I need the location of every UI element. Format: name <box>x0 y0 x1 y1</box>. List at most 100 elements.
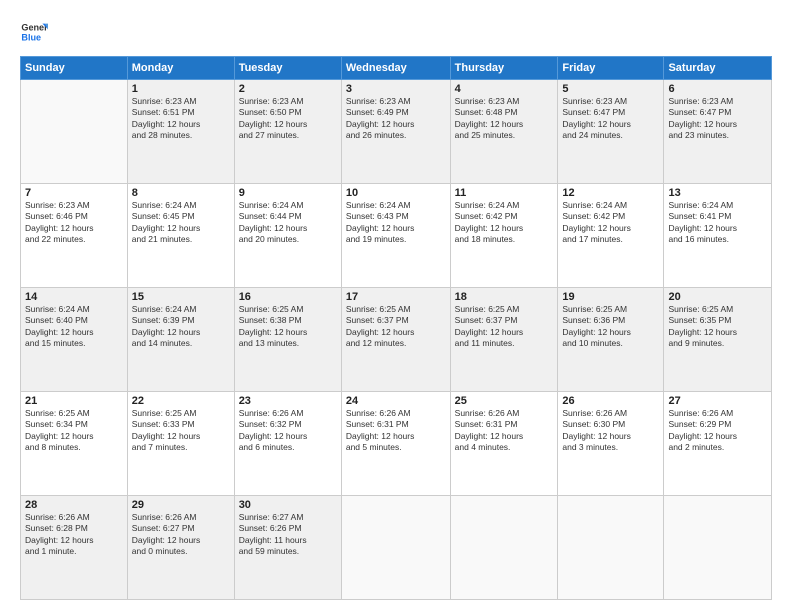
day-number: 1 <box>132 83 230 95</box>
calendar-cell: 7Sunrise: 6:23 AMSunset: 6:46 PMDaylight… <box>21 184 128 288</box>
calendar-cell: 3Sunrise: 6:23 AMSunset: 6:49 PMDaylight… <box>341 80 450 184</box>
page-header: General Blue <box>20 18 772 46</box>
day-number: 10 <box>346 187 446 199</box>
day-info: Sunrise: 6:24 AMSunset: 6:39 PMDaylight:… <box>132 304 230 350</box>
week-row-1: 1Sunrise: 6:23 AMSunset: 6:51 PMDaylight… <box>21 80 772 184</box>
col-header-saturday: Saturday <box>664 57 772 80</box>
day-info: Sunrise: 6:25 AMSunset: 6:38 PMDaylight:… <box>239 304 337 350</box>
day-info: Sunrise: 6:25 AMSunset: 6:34 PMDaylight:… <box>25 408 123 454</box>
calendar-cell: 24Sunrise: 6:26 AMSunset: 6:31 PMDayligh… <box>341 392 450 496</box>
col-header-monday: Monday <box>127 57 234 80</box>
day-info: Sunrise: 6:23 AMSunset: 6:46 PMDaylight:… <box>25 200 123 246</box>
day-number: 12 <box>562 187 659 199</box>
day-number: 11 <box>455 187 554 199</box>
day-number: 14 <box>25 291 123 303</box>
day-info: Sunrise: 6:26 AMSunset: 6:31 PMDaylight:… <box>346 408 446 454</box>
calendar-cell <box>450 496 558 600</box>
day-info: Sunrise: 6:26 AMSunset: 6:28 PMDaylight:… <box>25 512 123 558</box>
calendar-cell: 16Sunrise: 6:25 AMSunset: 6:38 PMDayligh… <box>234 288 341 392</box>
calendar-cell: 8Sunrise: 6:24 AMSunset: 6:45 PMDaylight… <box>127 184 234 288</box>
calendar-cell: 29Sunrise: 6:26 AMSunset: 6:27 PMDayligh… <box>127 496 234 600</box>
day-number: 25 <box>455 395 554 407</box>
day-number: 22 <box>132 395 230 407</box>
calendar-cell: 26Sunrise: 6:26 AMSunset: 6:30 PMDayligh… <box>558 392 664 496</box>
day-number: 24 <box>346 395 446 407</box>
day-info: Sunrise: 6:24 AMSunset: 6:40 PMDaylight:… <box>25 304 123 350</box>
calendar-cell: 22Sunrise: 6:25 AMSunset: 6:33 PMDayligh… <box>127 392 234 496</box>
logo-icon: General Blue <box>20 18 48 46</box>
day-number: 27 <box>668 395 767 407</box>
day-info: Sunrise: 6:26 AMSunset: 6:27 PMDaylight:… <box>132 512 230 558</box>
calendar-cell <box>558 496 664 600</box>
calendar-cell: 13Sunrise: 6:24 AMSunset: 6:41 PMDayligh… <box>664 184 772 288</box>
col-header-tuesday: Tuesday <box>234 57 341 80</box>
calendar-cell: 25Sunrise: 6:26 AMSunset: 6:31 PMDayligh… <box>450 392 558 496</box>
svg-text:Blue: Blue <box>21 32 41 42</box>
day-number: 2 <box>239 83 337 95</box>
calendar-cell: 15Sunrise: 6:24 AMSunset: 6:39 PMDayligh… <box>127 288 234 392</box>
day-number: 29 <box>132 499 230 511</box>
day-info: Sunrise: 6:25 AMSunset: 6:35 PMDaylight:… <box>668 304 767 350</box>
day-number: 13 <box>668 187 767 199</box>
day-info: Sunrise: 6:25 AMSunset: 6:37 PMDaylight:… <box>455 304 554 350</box>
day-number: 5 <box>562 83 659 95</box>
calendar-cell: 18Sunrise: 6:25 AMSunset: 6:37 PMDayligh… <box>450 288 558 392</box>
calendar-cell <box>21 80 128 184</box>
calendar-cell: 4Sunrise: 6:23 AMSunset: 6:48 PMDaylight… <box>450 80 558 184</box>
calendar-cell: 11Sunrise: 6:24 AMSunset: 6:42 PMDayligh… <box>450 184 558 288</box>
day-number: 19 <box>562 291 659 303</box>
calendar-cell: 30Sunrise: 6:27 AMSunset: 6:26 PMDayligh… <box>234 496 341 600</box>
calendar-cell: 27Sunrise: 6:26 AMSunset: 6:29 PMDayligh… <box>664 392 772 496</box>
week-row-4: 21Sunrise: 6:25 AMSunset: 6:34 PMDayligh… <box>21 392 772 496</box>
calendar-cell: 14Sunrise: 6:24 AMSunset: 6:40 PMDayligh… <box>21 288 128 392</box>
calendar-cell: 19Sunrise: 6:25 AMSunset: 6:36 PMDayligh… <box>558 288 664 392</box>
day-number: 7 <box>25 187 123 199</box>
day-info: Sunrise: 6:27 AMSunset: 6:26 PMDaylight:… <box>239 512 337 558</box>
col-header-friday: Friday <box>558 57 664 80</box>
day-number: 21 <box>25 395 123 407</box>
day-info: Sunrise: 6:25 AMSunset: 6:37 PMDaylight:… <box>346 304 446 350</box>
calendar-cell: 28Sunrise: 6:26 AMSunset: 6:28 PMDayligh… <box>21 496 128 600</box>
day-info: Sunrise: 6:26 AMSunset: 6:31 PMDaylight:… <box>455 408 554 454</box>
calendar-table: SundayMondayTuesdayWednesdayThursdayFrid… <box>20 56 772 600</box>
calendar-cell: 6Sunrise: 6:23 AMSunset: 6:47 PMDaylight… <box>664 80 772 184</box>
col-header-wednesday: Wednesday <box>341 57 450 80</box>
day-info: Sunrise: 6:23 AMSunset: 6:49 PMDaylight:… <box>346 96 446 142</box>
calendar-cell: 10Sunrise: 6:24 AMSunset: 6:43 PMDayligh… <box>341 184 450 288</box>
col-header-sunday: Sunday <box>21 57 128 80</box>
day-info: Sunrise: 6:23 AMSunset: 6:48 PMDaylight:… <box>455 96 554 142</box>
logo: General Blue <box>20 18 52 46</box>
day-number: 18 <box>455 291 554 303</box>
day-number: 3 <box>346 83 446 95</box>
day-number: 9 <box>239 187 337 199</box>
day-info: Sunrise: 6:23 AMSunset: 6:51 PMDaylight:… <box>132 96 230 142</box>
day-info: Sunrise: 6:23 AMSunset: 6:47 PMDaylight:… <box>562 96 659 142</box>
calendar-cell: 2Sunrise: 6:23 AMSunset: 6:50 PMDaylight… <box>234 80 341 184</box>
week-row-3: 14Sunrise: 6:24 AMSunset: 6:40 PMDayligh… <box>21 288 772 392</box>
calendar-cell: 20Sunrise: 6:25 AMSunset: 6:35 PMDayligh… <box>664 288 772 392</box>
day-info: Sunrise: 6:24 AMSunset: 6:45 PMDaylight:… <box>132 200 230 246</box>
day-info: Sunrise: 6:24 AMSunset: 6:44 PMDaylight:… <box>239 200 337 246</box>
calendar-cell <box>664 496 772 600</box>
calendar-cell: 9Sunrise: 6:24 AMSunset: 6:44 PMDaylight… <box>234 184 341 288</box>
calendar-header: SundayMondayTuesdayWednesdayThursdayFrid… <box>21 57 772 80</box>
day-info: Sunrise: 6:23 AMSunset: 6:50 PMDaylight:… <box>239 96 337 142</box>
calendar-cell: 21Sunrise: 6:25 AMSunset: 6:34 PMDayligh… <box>21 392 128 496</box>
day-number: 8 <box>132 187 230 199</box>
calendar-cell <box>341 496 450 600</box>
col-header-thursday: Thursday <box>450 57 558 80</box>
day-number: 17 <box>346 291 446 303</box>
day-number: 15 <box>132 291 230 303</box>
day-number: 4 <box>455 83 554 95</box>
day-info: Sunrise: 6:23 AMSunset: 6:47 PMDaylight:… <box>668 96 767 142</box>
day-number: 26 <box>562 395 659 407</box>
calendar-cell: 1Sunrise: 6:23 AMSunset: 6:51 PMDaylight… <box>127 80 234 184</box>
day-number: 30 <box>239 499 337 511</box>
day-info: Sunrise: 6:24 AMSunset: 6:42 PMDaylight:… <box>562 200 659 246</box>
week-row-5: 28Sunrise: 6:26 AMSunset: 6:28 PMDayligh… <box>21 496 772 600</box>
week-row-2: 7Sunrise: 6:23 AMSunset: 6:46 PMDaylight… <box>21 184 772 288</box>
day-number: 23 <box>239 395 337 407</box>
day-info: Sunrise: 6:26 AMSunset: 6:29 PMDaylight:… <box>668 408 767 454</box>
day-number: 16 <box>239 291 337 303</box>
day-number: 28 <box>25 499 123 511</box>
